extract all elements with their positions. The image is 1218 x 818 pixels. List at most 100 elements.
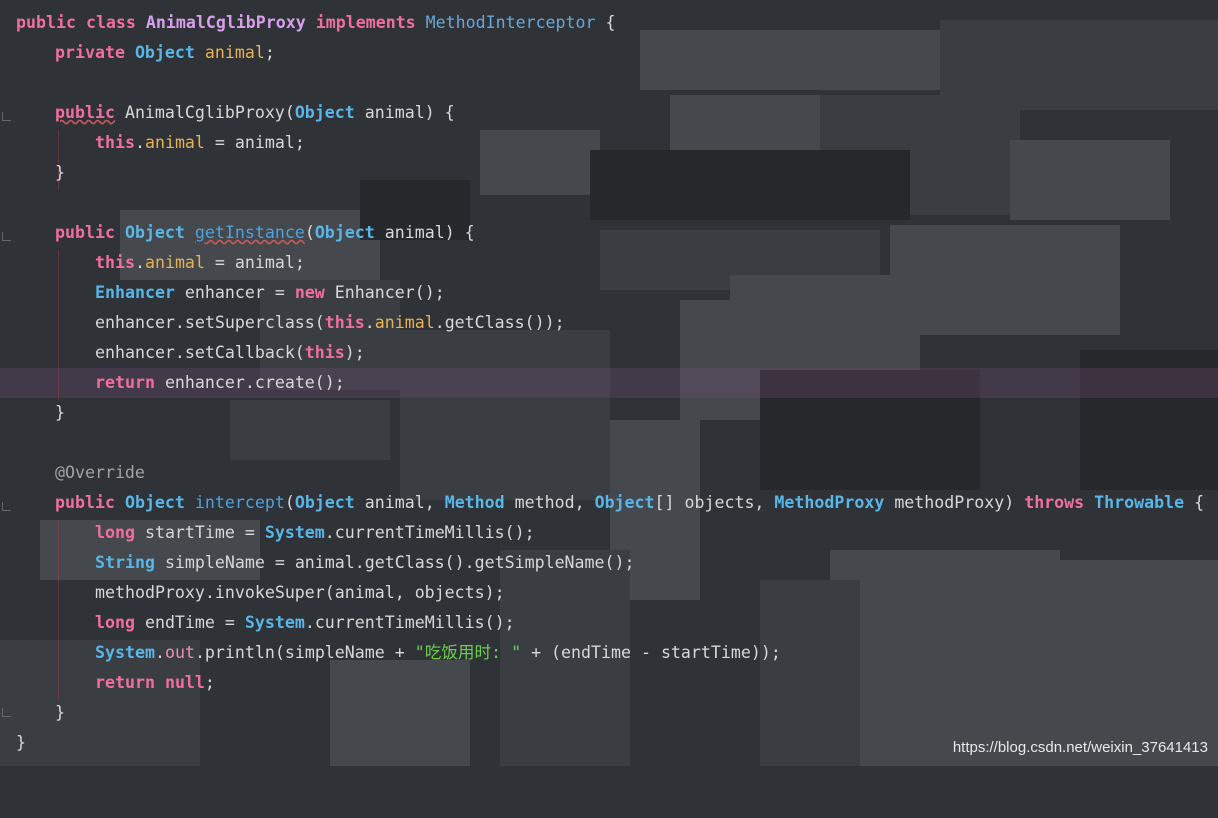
code-line[interactable]: public Object intercept(Object animal, M…	[0, 488, 1218, 518]
code-line-current[interactable]: return enhancer.create();	[0, 368, 1218, 398]
code-line[interactable]: this.animal = animal;	[0, 128, 1218, 158]
code-text: enhancer =	[174, 283, 295, 302]
keyword: return	[95, 673, 155, 692]
code-text: (	[284, 103, 295, 122]
code-text: enhancer.setSuperclass(	[95, 313, 325, 332]
code-text: .currentTimeMillis();	[304, 613, 515, 632]
code-line[interactable]: enhancer.setCallback(this);	[0, 338, 1218, 368]
code-line[interactable]: enhancer.setSuperclass(this.animal.getCl…	[0, 308, 1218, 338]
keyword: public	[55, 223, 115, 242]
code-text: {	[1184, 493, 1205, 512]
keyword: null	[164, 673, 205, 692]
type-name: System	[244, 613, 305, 632]
type-name: Method	[444, 493, 505, 512]
type-name: Object	[314, 223, 375, 242]
method-name: intercept	[194, 493, 285, 512]
code-text: }	[55, 703, 65, 722]
code-text: ;	[264, 43, 275, 62]
code-editor[interactable]: public class AnimalCglibProxy implements…	[0, 0, 1218, 766]
code-text: + (endTime - startTime));	[521, 643, 781, 662]
code-text: (	[304, 223, 315, 242]
keyword: long	[95, 613, 135, 632]
keyword: this	[304, 343, 345, 362]
watermark: https://blog.csdn.net/weixin_37641413	[952, 739, 1208, 756]
code-line[interactable]: this.animal = animal;	[0, 248, 1218, 278]
field-name: animal	[374, 313, 435, 332]
keyword: implements	[315, 13, 416, 32]
keyword: return	[95, 373, 155, 392]
keyword: new	[294, 283, 325, 302]
class-name: AnimalCglibProxy	[145, 13, 306, 32]
keyword: public	[16, 13, 76, 32]
keyword: long	[95, 523, 135, 542]
code-text: enhancer.create();	[154, 373, 345, 392]
keyword: private	[55, 43, 125, 62]
static-field-name: out	[164, 643, 195, 662]
code-text: }	[55, 163, 65, 182]
code-text: ;	[204, 673, 215, 692]
code-text: [] objects,	[654, 493, 775, 512]
code-text: .println(simpleName +	[194, 643, 415, 662]
keyword: throws	[1024, 493, 1085, 512]
code-text: methodProxy.invokeSuper(animal, objects)…	[95, 583, 505, 602]
code-text: .	[134, 253, 145, 272]
code-line[interactable]: long startTime = System.currentTimeMilli…	[0, 518, 1218, 548]
code-line[interactable]: private Object animal;	[0, 38, 1218, 68]
code-text: );	[344, 343, 365, 362]
keyword: this	[95, 253, 135, 272]
field-name: animal	[204, 43, 265, 62]
code-text: = animal;	[204, 253, 305, 272]
code-text: methodProxy)	[884, 493, 1025, 512]
type-name: Object	[124, 223, 185, 242]
type-name: String	[95, 553, 155, 572]
code-text: simpleName = animal.getClass().getSimple…	[154, 553, 635, 572]
code-line[interactable]: String simpleName = animal.getClass().ge…	[0, 548, 1218, 578]
code-line[interactable]: }	[0, 698, 1218, 728]
type-name: Object	[294, 103, 355, 122]
code-text: {	[595, 13, 616, 32]
code-text: = animal;	[204, 133, 305, 152]
annotation: @Override	[55, 463, 145, 482]
type-name: Throwable	[1094, 493, 1185, 512]
code-line[interactable]: methodProxy.invokeSuper(animal, objects)…	[0, 578, 1218, 608]
code-text: animal) {	[374, 223, 475, 242]
type-name: MethodProxy	[774, 493, 885, 512]
code-text: }	[55, 403, 65, 422]
code-text: startTime =	[134, 523, 265, 542]
field-name: animal	[144, 133, 205, 152]
code-text: .	[134, 133, 145, 152]
code-text: }	[16, 733, 26, 752]
field-name: animal	[144, 253, 205, 272]
code-text: .	[364, 313, 375, 332]
type-name: Object	[294, 493, 355, 512]
code-line[interactable]: public class AnimalCglibProxy implements…	[0, 8, 1218, 38]
type-name: Object	[134, 43, 195, 62]
code-text: endTime =	[134, 613, 245, 632]
method-name: getInstance	[194, 223, 305, 242]
code-text: animal) {	[354, 103, 455, 122]
code-line[interactable]: }	[0, 158, 1218, 188]
type-name: System	[264, 523, 325, 542]
code-text: method,	[504, 493, 595, 512]
type-name: Enhancer	[95, 283, 175, 302]
code-line[interactable]: return null;	[0, 668, 1218, 698]
code-text: .currentTimeMillis();	[324, 523, 535, 542]
code-text: .getClass());	[434, 313, 565, 332]
code-line[interactable]: Enhancer enhancer = new Enhancer();	[0, 278, 1218, 308]
constructor-name: AnimalCglibProxy	[124, 103, 285, 122]
keyword: this	[95, 133, 135, 152]
code-line[interactable]: long endTime = System.currentTimeMillis(…	[0, 608, 1218, 638]
type-name: Object	[124, 493, 185, 512]
code-text: enhancer.setCallback(	[95, 343, 305, 362]
code-text: .	[154, 643, 165, 662]
keyword: public	[55, 103, 115, 122]
code-line[interactable]: }	[0, 398, 1218, 428]
code-text: (	[284, 493, 295, 512]
interface-name: MethodInterceptor	[425, 13, 596, 32]
code-line[interactable]: public AnimalCglibProxy(Object animal) {	[0, 98, 1218, 128]
string-literal: "吃饭用时: "	[414, 643, 522, 662]
code-text: Enhancer();	[324, 283, 445, 302]
code-line[interactable]: public Object getInstance(Object animal)…	[0, 218, 1218, 248]
code-line[interactable]: System.out.println(simpleName + "吃饭用时: "…	[0, 638, 1218, 668]
code-line[interactable]: @Override	[0, 458, 1218, 488]
